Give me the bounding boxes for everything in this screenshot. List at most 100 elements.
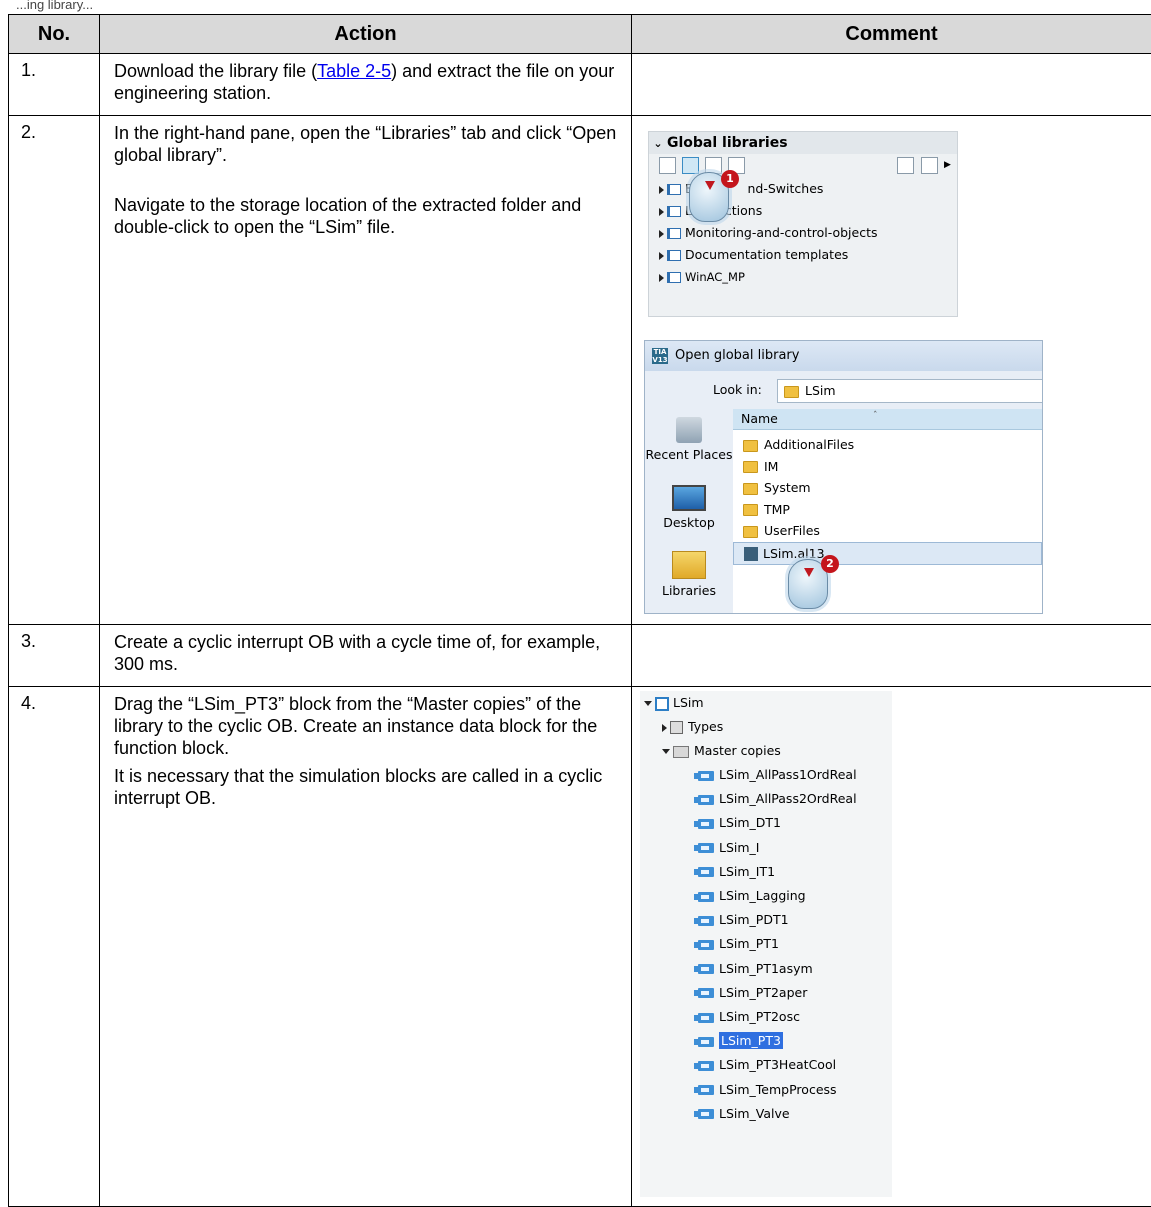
places-bar: Recent Places Desktop Libraries xyxy=(645,409,733,613)
function-block-icon xyxy=(698,964,714,974)
folder-icon xyxy=(784,386,799,398)
tree-block-item[interactable]: LSim_DT1 xyxy=(698,811,781,835)
tree-block-item[interactable]: LSim_PT3 xyxy=(698,1029,783,1053)
tree-item-types[interactable]: Types xyxy=(662,715,723,739)
folder-icon xyxy=(743,461,758,473)
tree-block-item[interactable]: LSim_PT3HeatCool xyxy=(698,1053,836,1077)
column-header-name[interactable]: Name ˆ xyxy=(733,409,1042,430)
step-number: 4. xyxy=(9,687,100,1207)
tree-label: Types xyxy=(688,719,723,734)
library-icon xyxy=(667,184,681,195)
step-comment: ⌄Global libraries ▶ Bund-Switches Loicti… xyxy=(632,116,1151,625)
tree-label: LSim_AllPass2OrdReal xyxy=(719,791,857,806)
open-library-icon[interactable] xyxy=(682,157,699,174)
file-name: AdditionalFiles xyxy=(764,437,854,452)
tree-label: LSim_PT2osc xyxy=(719,1009,800,1024)
tree-label: LSim_PT3HeatCool xyxy=(719,1057,836,1072)
tree-block-item[interactable]: LSim_PT2aper xyxy=(698,981,807,1005)
tree-block-item[interactable]: LSim_PT1asym xyxy=(698,957,813,981)
function-block-icon xyxy=(698,988,714,998)
library-label: Documentation templates xyxy=(685,247,848,262)
step-action: In the right-hand pane, open the “Librar… xyxy=(100,116,632,625)
chevron-down-icon[interactable]: ⌄ xyxy=(649,133,667,155)
file-item[interactable]: UserFiles xyxy=(733,520,1042,542)
tree-block-item[interactable]: LSim_PDT1 xyxy=(698,908,789,932)
library-item[interactable]: Monitoring-and-control-objects xyxy=(659,224,878,242)
library-label: WinAC_MP xyxy=(685,270,745,284)
desktop-icon xyxy=(672,485,706,511)
tree-block-item[interactable]: LSim_TempProcess xyxy=(698,1078,837,1102)
tree-label: LSim_AllPass1OrdReal xyxy=(719,767,857,782)
library-icon xyxy=(667,250,681,261)
open-global-library-dialog: TIAV13Open global library Look in: LSim … xyxy=(644,340,1043,614)
tree-block-item[interactable]: LSim_Lagging xyxy=(698,884,806,908)
file-item[interactable]: AdditionalFiles xyxy=(733,434,1042,456)
collapse-icon[interactable] xyxy=(662,749,670,754)
collapse-icon[interactable] xyxy=(644,701,652,706)
place-libraries[interactable]: Libraries xyxy=(645,551,733,598)
tree-block-item[interactable]: LSim_AllPass2OrdReal xyxy=(698,787,857,811)
expand-icon[interactable] xyxy=(659,186,664,194)
function-block-icon xyxy=(698,1061,714,1071)
chevron-right-icon[interactable]: ▶ xyxy=(944,160,951,170)
action-paragraph: In the right-hand pane, open the “Librar… xyxy=(114,122,621,166)
tree-block-item[interactable]: LSim_PT1 xyxy=(698,932,779,956)
file-item[interactable]: TMP xyxy=(733,499,1042,521)
library-item[interactable]: Documentation templates xyxy=(659,246,848,264)
new-folder-icon[interactable] xyxy=(897,157,914,174)
tree-block-item[interactable]: LSim_IT1 xyxy=(698,860,775,884)
tree-label: LSim_PT2aper xyxy=(719,985,807,1000)
tree-block-item[interactable]: LSim_AllPass1OrdReal xyxy=(698,763,857,787)
file-item[interactable]: System xyxy=(733,477,1042,499)
tree-block-item[interactable]: LSim_I xyxy=(698,836,760,860)
look-in-dropdown[interactable]: LSim xyxy=(777,379,1043,403)
function-block-icon xyxy=(698,819,714,829)
step-action: Drag the “LSim_PT3” block from the “Mast… xyxy=(100,687,632,1207)
function-block-icon xyxy=(698,867,714,877)
view-details-icon[interactable] xyxy=(921,157,938,174)
sort-ascending-icon: ˆ xyxy=(873,406,878,426)
function-block-icon xyxy=(698,1085,714,1095)
tree-label: LSim_PDT1 xyxy=(719,912,789,927)
library-item[interactable]: WinAC_MP xyxy=(659,268,745,286)
step-action: Create a cyclic interrupt OB with a cycl… xyxy=(100,625,632,687)
library-item[interactable]: Bund-Switches xyxy=(659,180,823,198)
tree-block-item[interactable]: LSim_Valve xyxy=(698,1102,790,1126)
expand-icon[interactable] xyxy=(659,252,664,260)
folder-icon xyxy=(743,483,758,495)
expand-icon[interactable] xyxy=(659,230,664,238)
tree-item-master-copies[interactable]: Master copies xyxy=(662,739,781,763)
step-number: 2. xyxy=(9,116,100,625)
table-row: 4. Drag the “LSim_PT3” block from the “M… xyxy=(9,687,1151,1207)
table-2-5-link[interactable]: Table 2-5 xyxy=(317,61,391,81)
tree-label: LSim_PT3 xyxy=(719,1032,783,1049)
tree-label: LSim_DT1 xyxy=(719,815,781,830)
tree-label: LSim_TempProcess xyxy=(719,1082,837,1097)
expand-icon[interactable] xyxy=(662,724,667,732)
expand-icon[interactable] xyxy=(659,274,664,282)
tree-label: LSim_PT1asym xyxy=(719,961,813,976)
tree-root[interactable]: LSim xyxy=(644,691,704,715)
file-item[interactable]: IM xyxy=(733,456,1042,478)
libraries-icon xyxy=(672,551,706,579)
tree-label: LSim_Lagging xyxy=(719,888,806,903)
tree-label: Master copies xyxy=(694,743,781,758)
place-recent[interactable]: Recent Places xyxy=(645,417,733,462)
folder-icon xyxy=(743,440,758,452)
create-library-icon[interactable] xyxy=(659,157,676,174)
recent-places-icon xyxy=(676,417,702,443)
table-header-row: No. Action Comment xyxy=(9,15,1151,54)
place-label: Recent Places xyxy=(646,447,733,462)
expand-icon[interactable] xyxy=(659,208,664,216)
look-in-value: LSim xyxy=(805,383,836,398)
place-label: Libraries xyxy=(662,583,716,598)
global-libraries-header[interactable]: ⌄Global libraries xyxy=(649,132,957,154)
global-libraries-panel: ⌄Global libraries ▶ Bund-Switches Loicti… xyxy=(648,131,958,317)
column-label: Name xyxy=(741,411,778,426)
tree-block-item[interactable]: LSim_PT2osc xyxy=(698,1005,800,1029)
library-icon xyxy=(667,228,681,239)
tree-label: LSim_IT1 xyxy=(719,864,775,879)
place-desktop[interactable]: Desktop xyxy=(645,485,733,530)
file-item-selected[interactable]: LSim.al13 xyxy=(733,542,1042,566)
step-action: Download the library file (Table 2-5) an… xyxy=(100,54,632,116)
